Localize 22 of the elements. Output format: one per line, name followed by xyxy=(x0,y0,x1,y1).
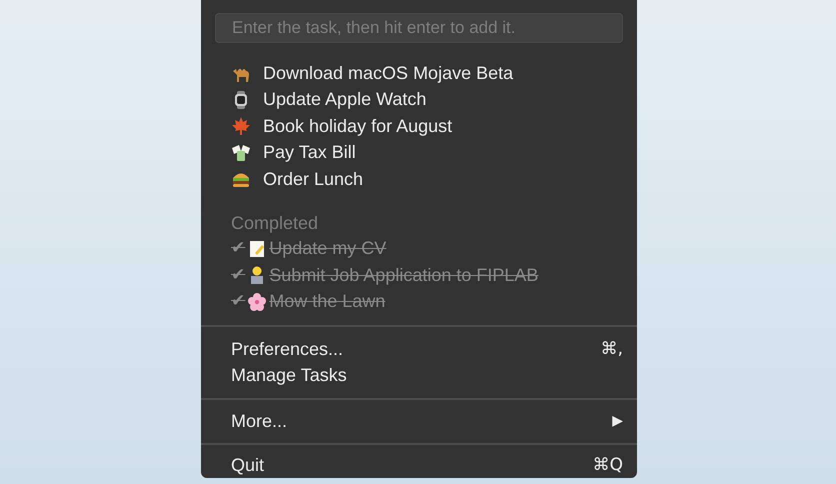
check-mark: ✔ xyxy=(231,237,246,260)
check-mark: ✔ xyxy=(231,264,246,286)
task-item[interactable]: Book holiday for August xyxy=(263,112,452,140)
maple-leaf-icon xyxy=(231,116,251,136)
task-item[interactable]: Download macOS Mojave Beta xyxy=(263,60,514,87)
completed-heading: Completed xyxy=(231,212,318,235)
check-mark: ✔ xyxy=(231,290,246,313)
completed-task-item[interactable]: Update my CV xyxy=(269,235,386,262)
keyboard-shortcut: ⌘, xyxy=(600,338,623,360)
completed-task-item[interactable]: Submit Job Application to FIPLAB xyxy=(269,262,538,289)
task-input-field[interactable]: Enter the task, then hit enter to add it. xyxy=(215,13,623,43)
menu-item[interactable]: Manage Tasks xyxy=(231,362,347,390)
task-item[interactable]: Order Lunch xyxy=(263,166,364,193)
keyboard-shortcut: ⌘Q xyxy=(592,454,623,477)
menu-item[interactable]: Quit xyxy=(231,452,264,480)
blossom-icon xyxy=(247,292,268,312)
menu-item[interactable]: Preferences... xyxy=(231,336,344,363)
submenu-arrow-icon: ▶ xyxy=(612,410,623,432)
task-item[interactable]: Pay Tax Bill xyxy=(263,139,356,166)
menu-item[interactable]: More... xyxy=(231,408,288,435)
task-item[interactable]: Update Apple Watch xyxy=(263,86,426,114)
completed-task-item[interactable]: Mow the Lawn xyxy=(269,288,386,316)
